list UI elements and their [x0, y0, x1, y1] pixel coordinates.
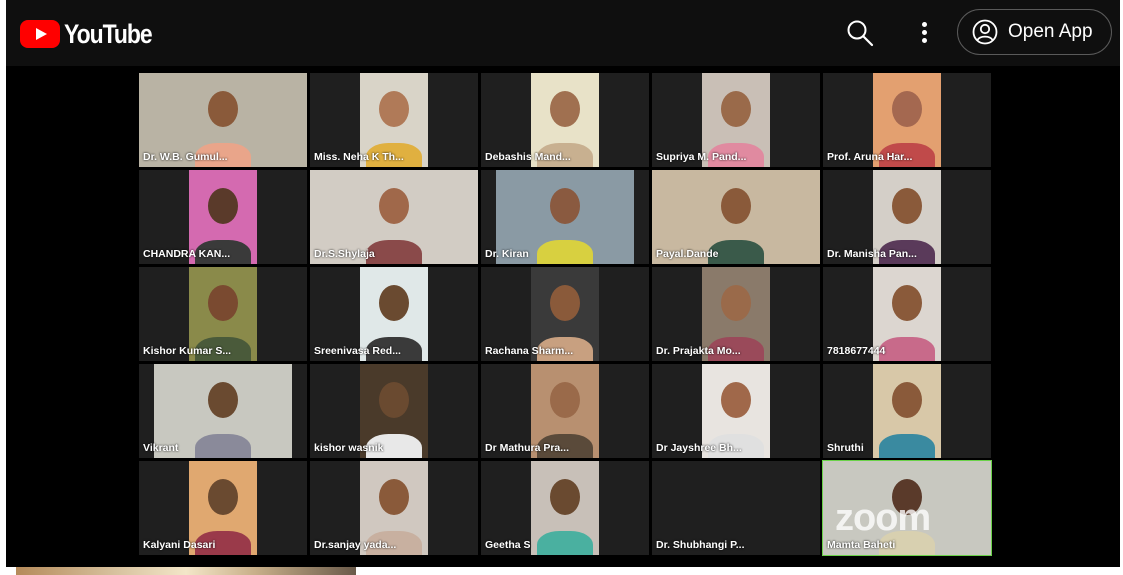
participant-name: Prof. Aruna Har... [827, 151, 913, 163]
participant-name: CHANDRA KAN... [143, 248, 231, 260]
participant-video [531, 461, 599, 555]
youtube-logo-icon [20, 20, 60, 48]
participant-tile[interactable]: Geetha S [481, 461, 649, 555]
youtube-top-bar: YouTube Open App [6, 0, 1120, 66]
participant-tile[interactable]: Dr.sanjay yada... [310, 461, 478, 555]
participant-name: Vikrant [143, 442, 179, 454]
participant-name: Payal.Dande [656, 248, 719, 260]
participant-tile[interactable]: Debashis Mand... [481, 73, 649, 167]
search-icon[interactable] [846, 19, 874, 47]
video-frame: YouTube Open App Dr. W.B. Gumul... Miss. … [6, 0, 1120, 567]
participant-tile[interactable]: Kalyani Dasari [139, 461, 307, 555]
next-frame-preview [16, 567, 356, 575]
participant-name: Dr. Kiran [485, 248, 529, 260]
participant-tile[interactable]: CHANDRA KAN... [139, 170, 307, 264]
participant-name: Sreenivasa Red... [314, 345, 401, 357]
participant-name: Dr.S.Shylaja [314, 248, 375, 260]
participant-tile[interactable]: Kishor Kumar S... [139, 267, 307, 361]
participant-tile[interactable]: 7818677444 [823, 267, 991, 361]
participant-name: Mamta Baheti [827, 539, 896, 551]
participant-name: Geetha S [485, 539, 531, 551]
participant-tile[interactable]: Sreenivasa Red... [310, 267, 478, 361]
participant-video [873, 364, 941, 458]
participant-name: Kishor Kumar S... [143, 345, 232, 357]
participant-name: kishor wasnik [314, 442, 384, 454]
participant-tile[interactable]: Dr. Prajakta Mo... [652, 267, 820, 361]
participant-name: Supriya M. Pand... [656, 151, 747, 163]
participant-tile[interactable]: Dr. Kiran [481, 170, 649, 264]
participant-name: Kalyani Dasari [143, 539, 216, 551]
participant-name: 7818677444 [827, 345, 886, 357]
participant-tile[interactable]: Shruthi [823, 364, 991, 458]
participant-tile[interactable]: zoom Mamta Baheti [822, 460, 992, 556]
open-app-button[interactable]: Open App [957, 9, 1112, 55]
participant-tile[interactable]: Dr.S.Shylaja [310, 170, 478, 264]
participant-tile[interactable]: Dr. W.B. Gumul... [139, 73, 307, 167]
participant-name: Dr. W.B. Gumul... [143, 151, 228, 163]
participant-tile[interactable]: Miss. Neha K Th... [310, 73, 478, 167]
youtube-logo-text: YouTube [64, 18, 153, 49]
participant-name: Dr. Prajakta Mo... [656, 345, 741, 357]
participant-tile[interactable]: Rachana Sharm... [481, 267, 649, 361]
participant-tile[interactable]: Vikrant [139, 364, 307, 458]
participant-name: Shruthi [827, 442, 864, 454]
participant-tile[interactable]: Payal.Dande [652, 170, 820, 264]
account-circle-icon [972, 19, 998, 45]
participant-name: Dr. Manisha Pan... [827, 248, 917, 260]
youtube-logo[interactable]: YouTube [20, 18, 167, 50]
participant-name: Dr Jayshree Bh... [656, 442, 742, 454]
participant-tile[interactable]: Dr Mathura Pra... [481, 364, 649, 458]
participant-name: Debashis Mand... [485, 151, 571, 163]
participant-tile[interactable]: Prof. Aruna Har... [823, 73, 991, 167]
participant-tile[interactable]: kishor wasnik [310, 364, 478, 458]
participant-tile[interactable]: Dr Jayshree Bh... [652, 364, 820, 458]
participant-name: Rachana Sharm... [485, 345, 574, 357]
participant-name: Dr.sanjay yada... [314, 539, 397, 551]
participant-name: Dr Mathura Pra... [485, 442, 570, 454]
participant-name: Miss. Neha K Th... [314, 151, 404, 163]
participant-name: Dr. Shubhangi P... [656, 539, 745, 551]
participant-grid: Dr. W.B. Gumul... Miss. Neha K Th... Debas… [139, 73, 992, 556]
participant-tile[interactable]: Dr. Shubhangi P... [652, 461, 820, 555]
open-app-label: Open App [1008, 21, 1093, 42]
participant-tile[interactable]: Supriya M. Pand... [652, 73, 820, 167]
zoom-watermark: zoom [835, 497, 931, 539]
more-vertical-icon[interactable] [919, 20, 929, 46]
participant-tile[interactable]: Dr. Manisha Pan... [823, 170, 991, 264]
